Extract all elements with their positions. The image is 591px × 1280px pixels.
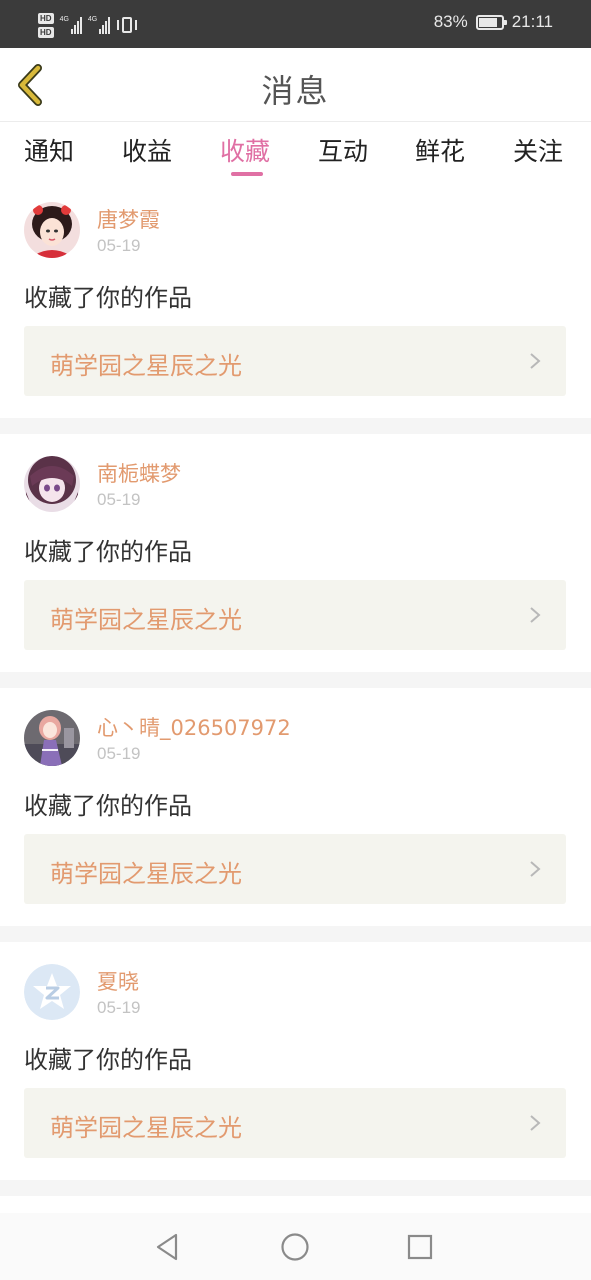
action-text: 收藏了你的作品	[24, 792, 192, 820]
work-title: 萌学园之星辰之光	[50, 1114, 242, 1142]
action-text: 收藏了你的作品	[24, 284, 192, 312]
chevron-right-icon	[530, 607, 541, 623]
top-app-bar: 消息	[0, 48, 591, 122]
work-title: 萌学园之星辰之光	[50, 352, 242, 380]
list-item: 唐梦霞 05-19 收藏了你的作品 萌学园之星辰之光	[0, 180, 591, 418]
list-item	[0, 1196, 591, 1213]
tab-favorites[interactable]: 收藏	[220, 132, 270, 168]
timestamp: 05-19	[97, 998, 141, 1017]
square-recents-icon[interactable]	[404, 1231, 436, 1263]
chevron-right-icon	[530, 1115, 541, 1131]
tab-bar: 通知 收益 收藏 互动 鲜花 关注	[0, 122, 591, 182]
avatar[interactable]	[24, 710, 80, 766]
work-link[interactable]: 萌学园之星辰之光	[24, 1088, 566, 1158]
status-icons-left: HD HD 4G 4G	[38, 8, 138, 42]
clock: 21:11	[511, 12, 553, 31]
status-bar: HD HD 4G 4G 83% 21:11	[0, 0, 591, 48]
chevron-right-icon	[530, 861, 541, 877]
signal-icon: 4G	[87, 16, 111, 34]
list-item: 心丶晴_026507972 05-19 收藏了你的作品 萌学园之星辰之光	[0, 688, 591, 926]
hd-badge: HD	[38, 26, 54, 38]
work-link[interactable]: 萌学园之星辰之光	[24, 834, 566, 904]
username[interactable]: 南栀蝶梦	[97, 458, 181, 488]
timestamp: 05-19	[97, 744, 141, 763]
list-item: 夏晓 05-19 收藏了你的作品 萌学园之星辰之光	[0, 942, 591, 1180]
default-avatar-icon[interactable]	[24, 964, 80, 1020]
work-title: 萌学园之星辰之光	[50, 860, 242, 888]
active-tab-indicator	[231, 172, 263, 176]
timestamp: 05-19	[97, 490, 141, 509]
circle-home-icon[interactable]	[279, 1231, 311, 1263]
signal-icon: 4G	[60, 16, 82, 34]
tab-interactions[interactable]: 互动	[318, 132, 368, 168]
username[interactable]: 心丶晴_026507972	[97, 712, 291, 742]
avatar[interactable]	[24, 456, 80, 512]
list-item: 南栀蝶梦 05-19 收藏了你的作品 萌学园之星辰之光	[0, 434, 591, 672]
work-link[interactable]: 萌学园之星辰之光	[24, 580, 566, 650]
network-label: 4G	[87, 16, 98, 23]
battery-percent: 83%	[433, 12, 468, 31]
tab-flowers[interactable]: 鲜花	[415, 132, 465, 168]
system-nav-bar	[0, 1213, 591, 1280]
tab-notifications[interactable]: 通知	[24, 132, 74, 168]
timestamp: 05-19	[97, 236, 141, 255]
action-text: 收藏了你的作品	[24, 538, 192, 566]
tab-follows[interactable]: 关注	[513, 132, 563, 168]
page-title: 消息	[261, 72, 330, 110]
work-link[interactable]: 萌学园之星辰之光	[24, 326, 566, 396]
battery-icon	[475, 14, 507, 30]
hd-badge: HD	[38, 12, 54, 24]
battery-fill	[478, 17, 497, 27]
chevron-right-icon	[530, 353, 541, 369]
work-title: 萌学园之星辰之光	[50, 606, 242, 634]
vibrate-icon	[116, 16, 138, 34]
tab-earnings[interactable]: 收益	[122, 132, 172, 168]
triangle-back-icon[interactable]	[152, 1231, 184, 1263]
network-label: 4G	[59, 16, 69, 23]
username[interactable]: 夏晓	[97, 966, 139, 996]
action-text: 收藏了你的作品	[24, 1046, 192, 1074]
username[interactable]: 唐梦霞	[97, 204, 160, 234]
status-icons-right: 83% 21:11	[434, 12, 553, 32]
avatar[interactable]	[24, 202, 80, 258]
hd-badges: HD HD	[38, 12, 54, 38]
